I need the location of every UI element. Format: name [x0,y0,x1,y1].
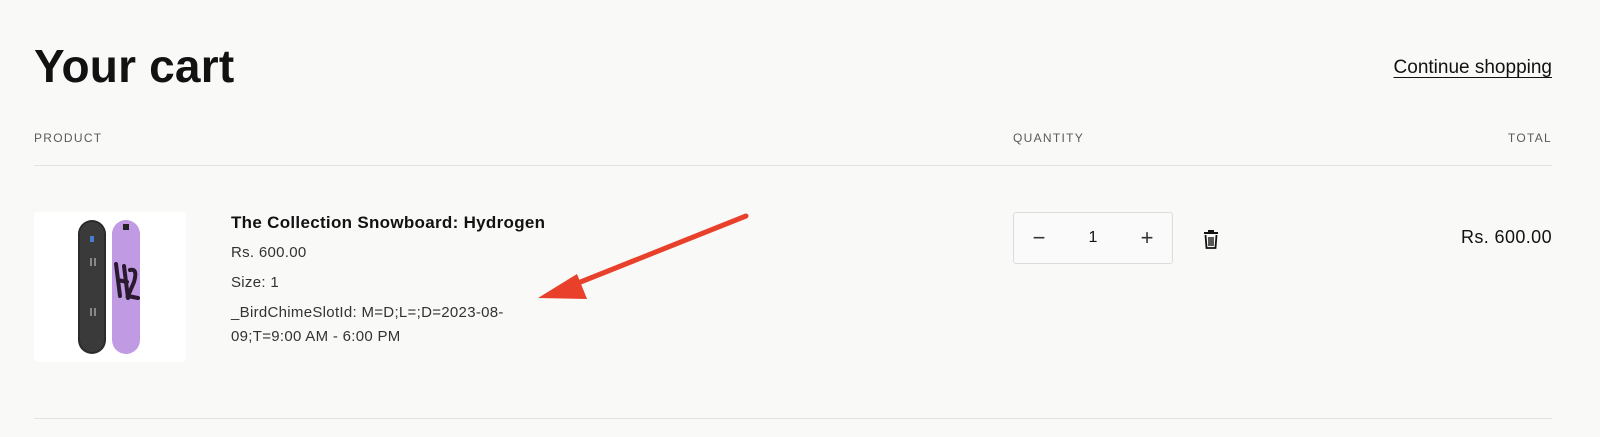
product-price: Rs. 600.00 [231,244,307,261]
row-divider [34,418,1552,419]
remove-item-button[interactable] [1201,229,1221,251]
product-name[interactable]: The Collection Snowboard: Hydrogen [231,213,545,233]
product-size: Size: 1 [231,274,279,291]
column-header-total: TOTAL [1507,131,1552,145]
continue-shopping-link[interactable]: Continue shopping [1394,56,1552,80]
header-divider [34,165,1552,166]
quantity-decrease-button[interactable]: − [1014,213,1064,263]
quantity-stepper: − + [1013,212,1173,264]
snowboard-image [78,220,140,354]
column-header-quantity: QUANTITY [1013,131,1085,145]
quantity-input[interactable] [1064,213,1122,263]
column-header-product: PRODUCT [34,131,103,145]
plus-icon: + [1140,225,1154,250]
trash-icon [1204,230,1218,249]
line-total: Rs. 600.00 [1460,227,1552,247]
minus-icon: − [1032,225,1046,250]
page-title: Your cart [34,40,235,92]
product-image[interactable] [34,212,186,362]
product-property: _BirdChimeSlotId: M=D;L=;D=2023-08-09;T=… [231,304,504,345]
quantity-increase-button[interactable]: + [1122,213,1172,263]
